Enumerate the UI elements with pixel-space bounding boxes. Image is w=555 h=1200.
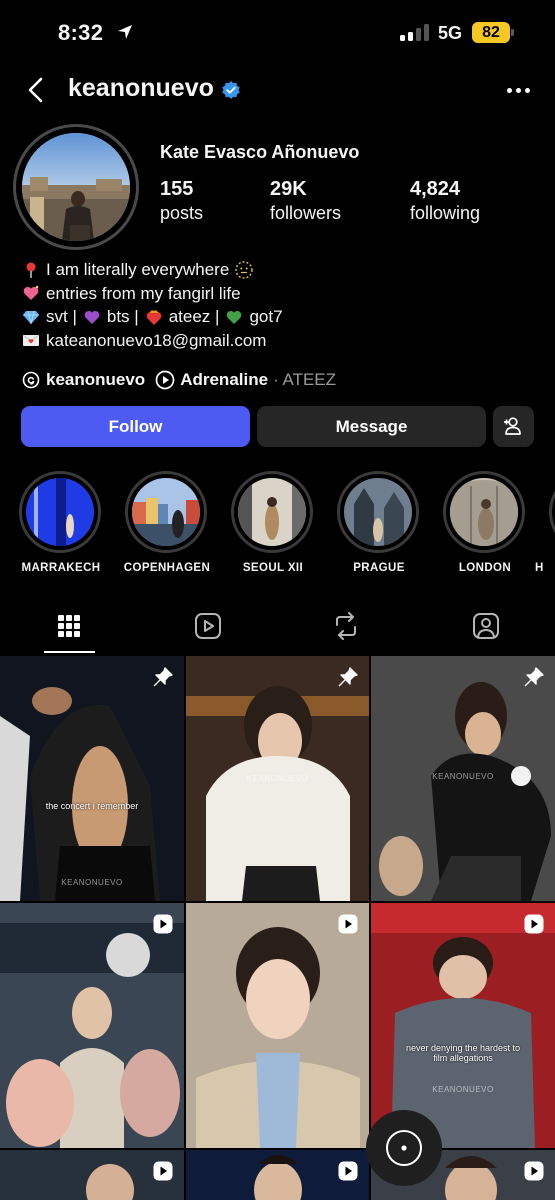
grid-post[interactable] [186,903,369,1148]
stat-followers-label: followers [270,203,342,223]
suggested-users-button[interactable] [493,406,534,447]
tab-reels[interactable] [188,608,228,644]
stat-followers[interactable]: 29K followers [270,178,341,224]
highlight-partial[interactable]: H [535,471,555,574]
reel-badge-icon [524,914,544,934]
highlight-marrakech[interactable]: MARRAKECH [19,471,103,574]
reel-badge-icon [524,1161,544,1181]
status-time: 8:32 [58,20,104,45]
threads-icon [22,371,40,389]
location-arrow-icon [118,25,132,39]
highlight-prague[interactable]: PRAGUE [337,471,421,574]
avatar[interactable] [22,133,130,241]
highlight-label: LONDON [458,562,512,574]
grid-icon [58,615,80,637]
love-letter-emoji-icon [22,334,40,347]
post-caption-overlay: never denying the hardest to film allega… [405,1043,521,1063]
highlight-copenhagen[interactable]: COPENHAGEN [124,471,210,574]
post-watermark: KEANONUEVO [246,774,309,783]
bio-email[interactable]: kateanonuevo18@gmail.com [46,329,266,353]
battery-indicator: 82 [472,22,510,43]
bio-bts: bts | [106,307,139,326]
profile-full-name: Kate Evasco Añonuevo [160,142,360,162]
grid-post[interactable]: the concert i remember KEANONUEVO [0,656,184,901]
highlight-seoul-xii[interactable]: SEOUL XII [231,471,315,574]
pin-icon [524,667,544,687]
music-title[interactable]: Adrenaline [180,370,268,390]
dotted-face-emoji-icon [235,261,253,279]
sparkling-heart-emoji-icon [23,285,39,301]
bio-svt: svt | [46,307,77,326]
back-chevron-icon[interactable] [24,74,50,106]
post-watermark: KEANONUEVO [432,1085,494,1094]
grid-post[interactable] [186,1150,369,1200]
reels-icon [195,613,221,639]
network-type: 5G [438,23,463,43]
music-artist: · ATEEZ [273,370,337,389]
pin-icon [153,667,173,687]
grid-post[interactable] [0,1150,184,1200]
follow-button[interactable]: Follow [21,406,250,447]
play-circle-icon [155,370,175,390]
bio-ateez: ateez | [168,307,220,326]
stat-posts-value: 155 [160,178,194,200]
grid-post[interactable]: KEANONUEVO [371,656,555,901]
tab-reposts[interactable] [326,608,366,644]
bio-got7: got7 [249,307,283,326]
gem-emoji-icon [23,310,39,324]
cellular-signal-icon [400,24,429,41]
pin-emoji-icon [26,262,36,278]
stat-following-value: 4,824 [410,178,461,200]
post-watermark: KEANONUEVO [61,878,123,887]
pin-icon [338,667,358,687]
heart-on-fire-emoji-icon [146,310,162,325]
profile-bio: I am literally everywhere entries from m… [22,258,283,352]
threads-handle[interactable]: keanonuevo [46,370,145,390]
verified-badge-icon [222,81,240,99]
stat-posts-label: posts [160,203,204,223]
message-button[interactable]: Message [257,406,486,447]
post-watermark: KEANONUEVO [432,772,494,781]
camera-shutter-icon [386,1130,422,1166]
highlight-london[interactable]: LONDON [443,471,527,574]
stat-following[interactable]: 4,824 following [410,178,480,224]
status-bar: 8:32 5G 82 [0,0,555,66]
profile-links: keanonuevo Adrenaline · ATEEZ [22,368,336,392]
tab-tagged[interactable] [466,608,506,644]
more-icon[interactable] [505,80,531,100]
stat-posts[interactable]: 155 posts [160,178,203,224]
reposts-icon [336,612,356,640]
grid-post[interactable]: KEANONUEVO [186,656,369,901]
purple-heart-emoji-icon [84,310,100,324]
stat-following-label: following [410,203,481,223]
active-tab-indicator [44,651,95,653]
profile-username: keanonuevo [68,74,214,102]
bio-line-1: I am literally everywhere [46,260,230,279]
reel-badge-icon [153,1161,173,1181]
stat-followers-value: 29K [270,178,307,200]
bio-line-2: entries from my fangirl life [46,283,241,303]
tagged-icon [473,613,499,639]
tab-posts[interactable] [49,608,89,644]
battery-nub [511,29,514,36]
highlight-label: H [535,562,544,574]
post-caption-overlay: the concert i remember [45,801,139,811]
camera-button[interactable] [366,1110,442,1186]
reel-badge-icon [338,914,358,934]
green-heart-emoji-icon [227,310,242,324]
grid-post[interactable] [0,903,184,1148]
reel-badge-icon [338,1161,358,1181]
add-person-icon [503,417,521,435]
reel-badge-icon [153,914,173,934]
